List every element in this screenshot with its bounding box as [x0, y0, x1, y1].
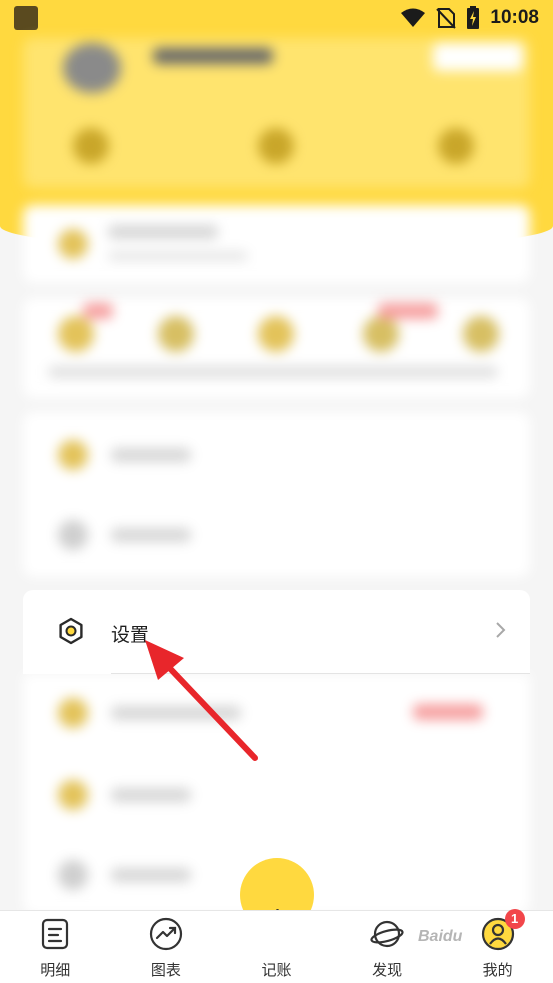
watermark: Baidu	[418, 928, 463, 945]
wifi-icon	[401, 8, 426, 27]
record-placeholder	[259, 917, 293, 951]
header-background	[0, 0, 553, 250]
no-sim-icon	[436, 8, 457, 29]
planet-icon	[370, 920, 404, 948]
app-notification-icon	[14, 6, 38, 30]
trend-chart-icon	[149, 917, 182, 951]
nav-label-mine: 我的	[482, 962, 513, 979]
settings-hexagon-icon	[59, 617, 83, 645]
status-indicators: 10:08	[400, 6, 539, 30]
status-bar: 10:08	[0, 0, 553, 36]
battery-charging-icon	[467, 6, 480, 29]
nav-label-discover: 发现	[372, 962, 403, 979]
nav-item-discover[interactable]: 发现	[342, 911, 432, 983]
nav-item-details[interactable]: 明细	[10, 911, 100, 983]
nav-label-details: 明细	[40, 962, 71, 979]
document-list-icon	[42, 918, 69, 950]
settings-row[interactable]: 设置	[23, 590, 530, 674]
list-card-top	[23, 412, 530, 577]
status-time: 10:08	[490, 7, 539, 28]
user-profile-icon-wrap: 1	[481, 909, 525, 951]
nav-label-record: 记账	[261, 962, 292, 979]
notification-badge: 1	[504, 909, 525, 929]
nav-item-mine[interactable]: 1 我的	[453, 909, 543, 983]
annotation-arrow-icon	[145, 640, 258, 761]
bottom-nav: 明细 图表 记账 发现 1 我的	[0, 909, 553, 983]
nav-item-charts[interactable]: 图表	[121, 911, 211, 983]
nav-label-charts: 图表	[150, 962, 181, 979]
features-card	[23, 298, 530, 398]
nav-item-record[interactable]: 记账	[231, 911, 321, 983]
chevron-right-icon	[496, 622, 506, 638]
